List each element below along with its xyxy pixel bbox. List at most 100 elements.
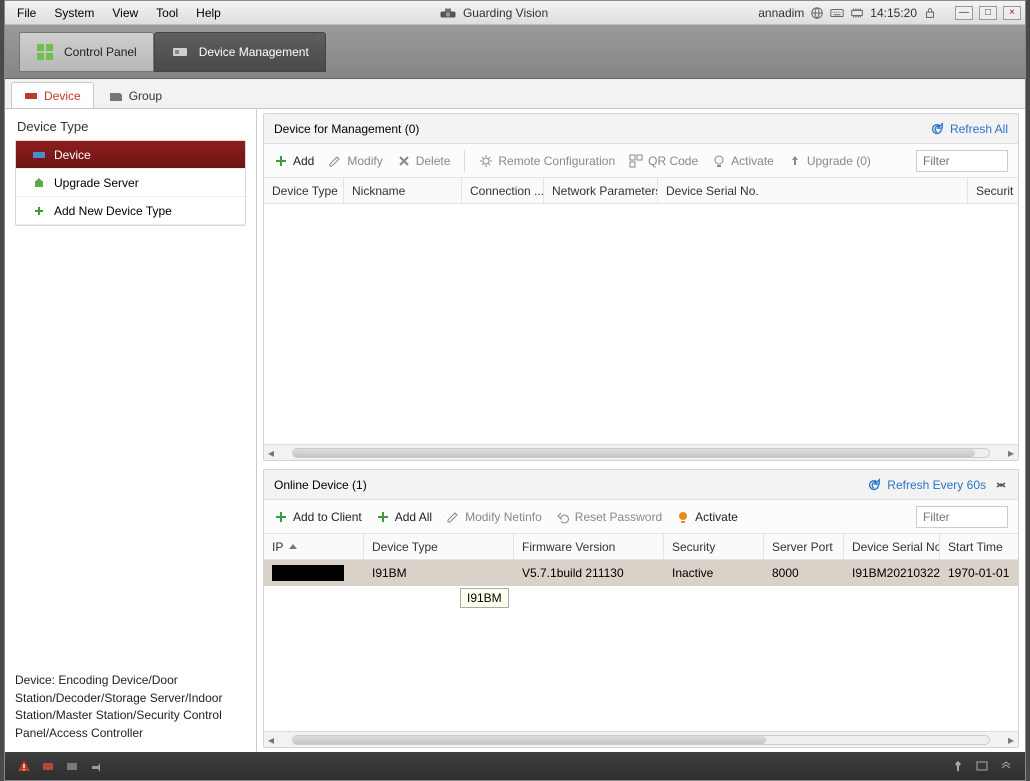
collapse-icon[interactable]	[994, 478, 1008, 492]
tab-device-management[interactable]: Device Management ×	[154, 32, 326, 72]
menu-system[interactable]: System	[46, 3, 102, 23]
add-all-button[interactable]: Add All	[376, 510, 432, 524]
device-type-item-upgrade[interactable]: Upgrade Server	[16, 169, 245, 197]
online-activate-button[interactable]: Activate	[676, 510, 738, 524]
globe-icon[interactable]	[810, 6, 824, 20]
col-server-port[interactable]: Server Port	[764, 534, 844, 559]
online-hscroll[interactable]: ◂▸	[264, 731, 1018, 747]
col-start-time[interactable]: Start Time	[940, 534, 1018, 559]
add-button[interactable]: Add	[274, 154, 314, 168]
online-panel: Online Device (1) Refresh Every 60s Add …	[263, 469, 1019, 748]
pencil-icon	[328, 154, 342, 168]
table-row[interactable]: I91BM V5.7.1build 211130 Inactive 8000 I…	[264, 560, 1018, 586]
activate-button[interactable]: Activate	[712, 154, 774, 168]
close-button[interactable]: ×	[1003, 6, 1021, 20]
upgrade-button[interactable]: Upgrade (0)	[788, 154, 871, 168]
menu-tool[interactable]: Tool	[148, 3, 186, 23]
sidebar: Device Type Device Upgrade Server Add Ne…	[5, 109, 257, 752]
lock-icon[interactable]	[923, 6, 937, 20]
remote-config-button[interactable]: Remote Configuration	[479, 154, 615, 168]
pencil-icon	[446, 510, 460, 524]
col-security[interactable]: Security	[664, 534, 764, 559]
col-network[interactable]: Network Parameters	[544, 178, 658, 203]
online-title: Online Device (1)	[274, 478, 367, 492]
app-logo-icon	[439, 6, 457, 20]
subtab-group[interactable]: Group	[96, 82, 175, 108]
management-table-header: Device Type Nickname Connection ... Netw…	[264, 178, 1018, 204]
status-icon-1[interactable]	[41, 759, 55, 773]
ram-icon[interactable]	[850, 6, 864, 20]
window-icon[interactable]	[975, 759, 989, 773]
col-connection[interactable]: Connection ...	[462, 178, 544, 203]
management-panel: Device for Management (0) Refresh All Ad…	[263, 113, 1019, 461]
sort-asc-icon	[289, 544, 297, 549]
pin-icon[interactable]	[951, 759, 965, 773]
main-area: Device Type Device Upgrade Server Add Ne…	[5, 109, 1025, 752]
management-filter	[916, 150, 1008, 172]
status-icon-2[interactable]	[65, 759, 79, 773]
col-device-type[interactable]: Device Type	[364, 534, 514, 559]
col-serial[interactable]: Device Serial No.	[658, 178, 968, 203]
modify-netinfo-button[interactable]: Modify Netinfo	[446, 510, 542, 524]
device-mgmt-icon	[171, 43, 189, 61]
col-nickname[interactable]: Nickname	[344, 178, 462, 203]
cell-start-time: 1970-01-01	[940, 560, 1018, 586]
delete-button[interactable]: Delete	[397, 154, 451, 168]
content-area: Device for Management (0) Refresh All Ad…	[257, 109, 1025, 752]
device-type-item-add[interactable]: Add New Device Type	[16, 197, 245, 225]
col-serial[interactable]: Device Serial No.	[844, 534, 940, 559]
gear-icon	[479, 154, 493, 168]
online-table-header: IP Device Type Firmware Version Security…	[264, 534, 1018, 560]
status-icon-3[interactable]	[89, 759, 103, 773]
online-actions: Add to Client Add All Modify Netinfo Res…	[264, 500, 1018, 534]
tab-label: Control Panel	[64, 45, 137, 59]
maximize-button[interactable]: □	[979, 6, 997, 20]
reset-password-button[interactable]: Reset Password	[556, 510, 662, 524]
management-title: Device for Management (0)	[274, 122, 419, 136]
col-ip[interactable]: IP	[264, 534, 364, 559]
management-hscroll[interactable]: ◂▸	[264, 444, 1018, 460]
sidebar-footer-text: Device: Encoding Device/Door Station/Dec…	[15, 672, 246, 742]
device-icon	[32, 149, 46, 161]
qr-code-button[interactable]: QR Code	[629, 154, 698, 168]
cell-server-port: 8000	[764, 560, 844, 586]
tab-control-panel[interactable]: Control Panel	[19, 32, 154, 72]
bulb-icon	[676, 510, 690, 524]
refresh-60s-button[interactable]: Refresh Every 60s	[867, 478, 986, 492]
add-to-client-button[interactable]: Add to Client	[274, 510, 362, 524]
chevron-up-icon[interactable]	[999, 759, 1013, 773]
modify-button[interactable]: Modify	[328, 154, 382, 168]
filter-input[interactable]	[916, 506, 1008, 528]
menu-help[interactable]: Help	[188, 3, 229, 23]
bulb-icon	[712, 154, 726, 168]
ip-redacted	[272, 565, 344, 581]
management-actions: Add Modify Delete Remote Configuration	[264, 144, 1018, 178]
subtab-device[interactable]: Device	[11, 82, 94, 108]
tab-close-icon[interactable]: ×	[315, 35, 321, 46]
upgrade-icon	[32, 177, 46, 189]
action-label: Add	[293, 154, 314, 168]
filter-input[interactable]	[916, 150, 1008, 172]
management-table-body	[264, 204, 1018, 444]
refresh-icon	[867, 478, 881, 492]
group-subtab-icon	[109, 90, 123, 102]
status-bar	[5, 752, 1025, 780]
device-type-label: Add New Device Type	[54, 204, 172, 218]
keyboard-icon[interactable]	[830, 6, 844, 20]
col-device-type[interactable]: Device Type	[264, 178, 344, 203]
alert-icon[interactable]	[17, 759, 31, 773]
device-type-label: Device	[54, 148, 91, 162]
action-label: QR Code	[648, 154, 698, 168]
minimize-button[interactable]: —	[955, 6, 973, 20]
menu-view[interactable]: View	[104, 3, 146, 23]
col-security[interactable]: Securit	[968, 178, 1018, 203]
subtab-label: Device	[44, 89, 81, 103]
col-firmware[interactable]: Firmware Version	[514, 534, 664, 559]
cell-ip	[264, 560, 364, 586]
cell-firmware: V5.7.1build 211130	[514, 560, 664, 586]
qr-icon	[629, 154, 643, 168]
refresh-all-button[interactable]: Refresh All	[930, 122, 1008, 136]
device-type-item-device[interactable]: Device	[16, 141, 245, 169]
main-menu: File System View Tool Help	[9, 3, 229, 23]
menu-file[interactable]: File	[9, 3, 44, 23]
